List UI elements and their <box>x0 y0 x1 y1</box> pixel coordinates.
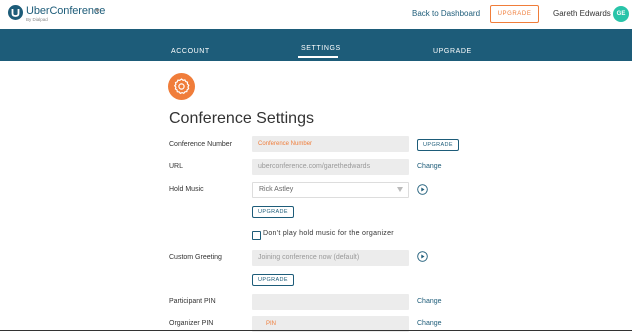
custom-greeting-label: Custom Greeting <box>169 254 222 261</box>
play-icon[interactable] <box>417 251 428 262</box>
conference-number-field[interactable]: Conference Number <box>252 136 409 152</box>
hold-music-selected-value: Rick Astley <box>259 186 294 193</box>
gear-icon <box>168 73 195 100</box>
tab-account[interactable]: ACCOUNT <box>171 48 210 55</box>
tab-settings[interactable]: SETTINGS <box>301 45 341 52</box>
hold-music-organizer-checkbox-label[interactable]: Don't play hold music for the organizer <box>263 230 394 237</box>
chevron-down-icon <box>397 187 403 192</box>
url-change-link[interactable]: Change <box>417 163 442 170</box>
avatar[interactable]: GE <box>613 6 629 22</box>
top-header: UberConference By Dialpad ▼ Back to Dash… <box>0 0 632 29</box>
header-upgrade-button[interactable]: UPGRADE <box>490 5 539 23</box>
organizer-pin-change-link[interactable]: Change <box>417 320 442 327</box>
custom-greeting-placeholder: Joining conference now (default) <box>258 254 360 261</box>
url-value: uberconference.com/garethedwards <box>258 163 371 170</box>
organizer-pin-label: Organizer PIN <box>169 320 214 327</box>
custom-greeting-field[interactable]: Joining conference now (default) <box>252 250 409 266</box>
participant-pin-change-link[interactable]: Change <box>417 298 442 305</box>
hold-music-upgrade-button[interactable]: UPGRADE <box>252 206 294 218</box>
custom-greeting-upgrade-button[interactable]: UPGRADE <box>252 274 294 286</box>
organizer-pin-placeholder: PIN <box>266 321 277 327</box>
conference-number-upgrade-button[interactable]: UPGRADE <box>417 139 459 151</box>
tab-upgrade[interactable]: UPGRADE <box>433 48 472 55</box>
url-field[interactable]: uberconference.com/garethedwards <box>252 159 409 175</box>
conference-number-placeholder: Conference Number <box>258 141 313 147</box>
hold-music-organizer-checkbox[interactable] <box>252 231 261 240</box>
play-icon[interactable] <box>417 184 428 195</box>
page-title: Conference Settings <box>169 110 314 127</box>
participant-pin-field[interactable] <box>252 294 409 310</box>
chevron-down-icon[interactable]: ▼ <box>94 8 101 15</box>
brand-subtitle: By Dialpad <box>26 17 48 22</box>
user-name[interactable]: Gareth Edwards <box>553 9 611 18</box>
hold-music-select[interactable]: Rick Astley <box>252 182 409 198</box>
conference-number-label: Conference Number <box>169 141 233 148</box>
hold-music-label: Hold Music <box>169 186 204 193</box>
uberconference-logo-icon[interactable] <box>8 5 23 20</box>
bottom-divider <box>0 330 632 331</box>
active-tab-indicator <box>298 56 338 58</box>
back-to-dashboard-link[interactable]: Back to Dashboard <box>412 9 480 18</box>
url-label: URL <box>169 163 184 170</box>
participant-pin-label: Participant PIN <box>169 298 216 305</box>
